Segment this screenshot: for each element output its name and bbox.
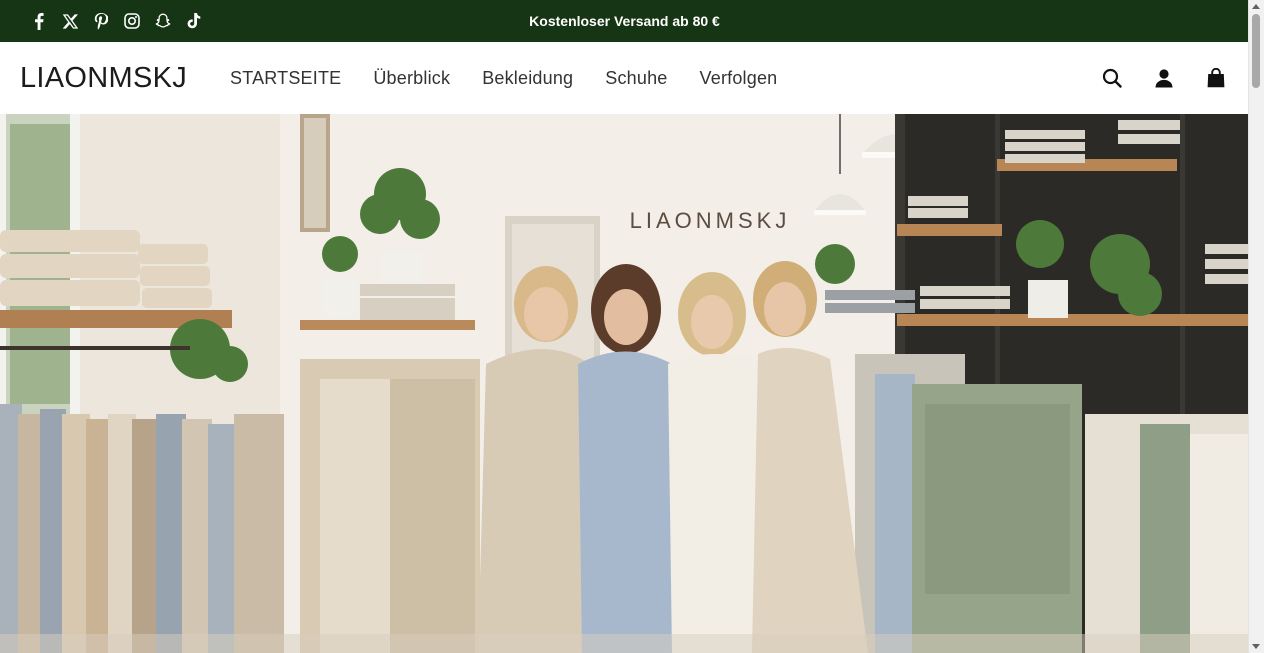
hero-banner[interactable]: LIAONMSKJ — [0, 114, 1249, 653]
nav-schuhe[interactable]: Schuhe — [605, 68, 667, 89]
nav-verfolgen[interactable]: Verfolgen — [700, 68, 778, 89]
cart-icon[interactable] — [1205, 67, 1227, 89]
announcement-text: Kostenloser Versand ab 80 € — [529, 13, 720, 29]
scroll-thumb[interactable] — [1252, 14, 1260, 88]
search-icon[interactable] — [1101, 67, 1123, 89]
site-header: LIAONMSKJ STARTSEITE Überblick Bekleidun… — [0, 42, 1249, 114]
store-sign: LIAONMSKJ — [630, 208, 791, 233]
scroll-down-arrow[interactable] — [1252, 644, 1260, 649]
logo[interactable]: LIAONMSKJ — [20, 42, 187, 114]
nav-bekleidung[interactable]: Bekleidung — [482, 68, 573, 89]
nav-startseite[interactable]: STARTSEITE — [230, 68, 341, 89]
main-nav: STARTSEITE Überblick Bekleidung Schuhe V… — [230, 42, 809, 114]
scroll-up-arrow[interactable] — [1252, 4, 1260, 9]
account-icon[interactable] — [1153, 67, 1175, 89]
hero-photo: LIAONMSKJ — [0, 114, 1249, 653]
announcement-bar: Kostenloser Versand ab 80 € — [0, 0, 1249, 42]
header-actions — [1101, 42, 1227, 114]
nav-ueberblick[interactable]: Überblick — [373, 68, 450, 89]
page-scrollbar[interactable] — [1248, 0, 1264, 653]
